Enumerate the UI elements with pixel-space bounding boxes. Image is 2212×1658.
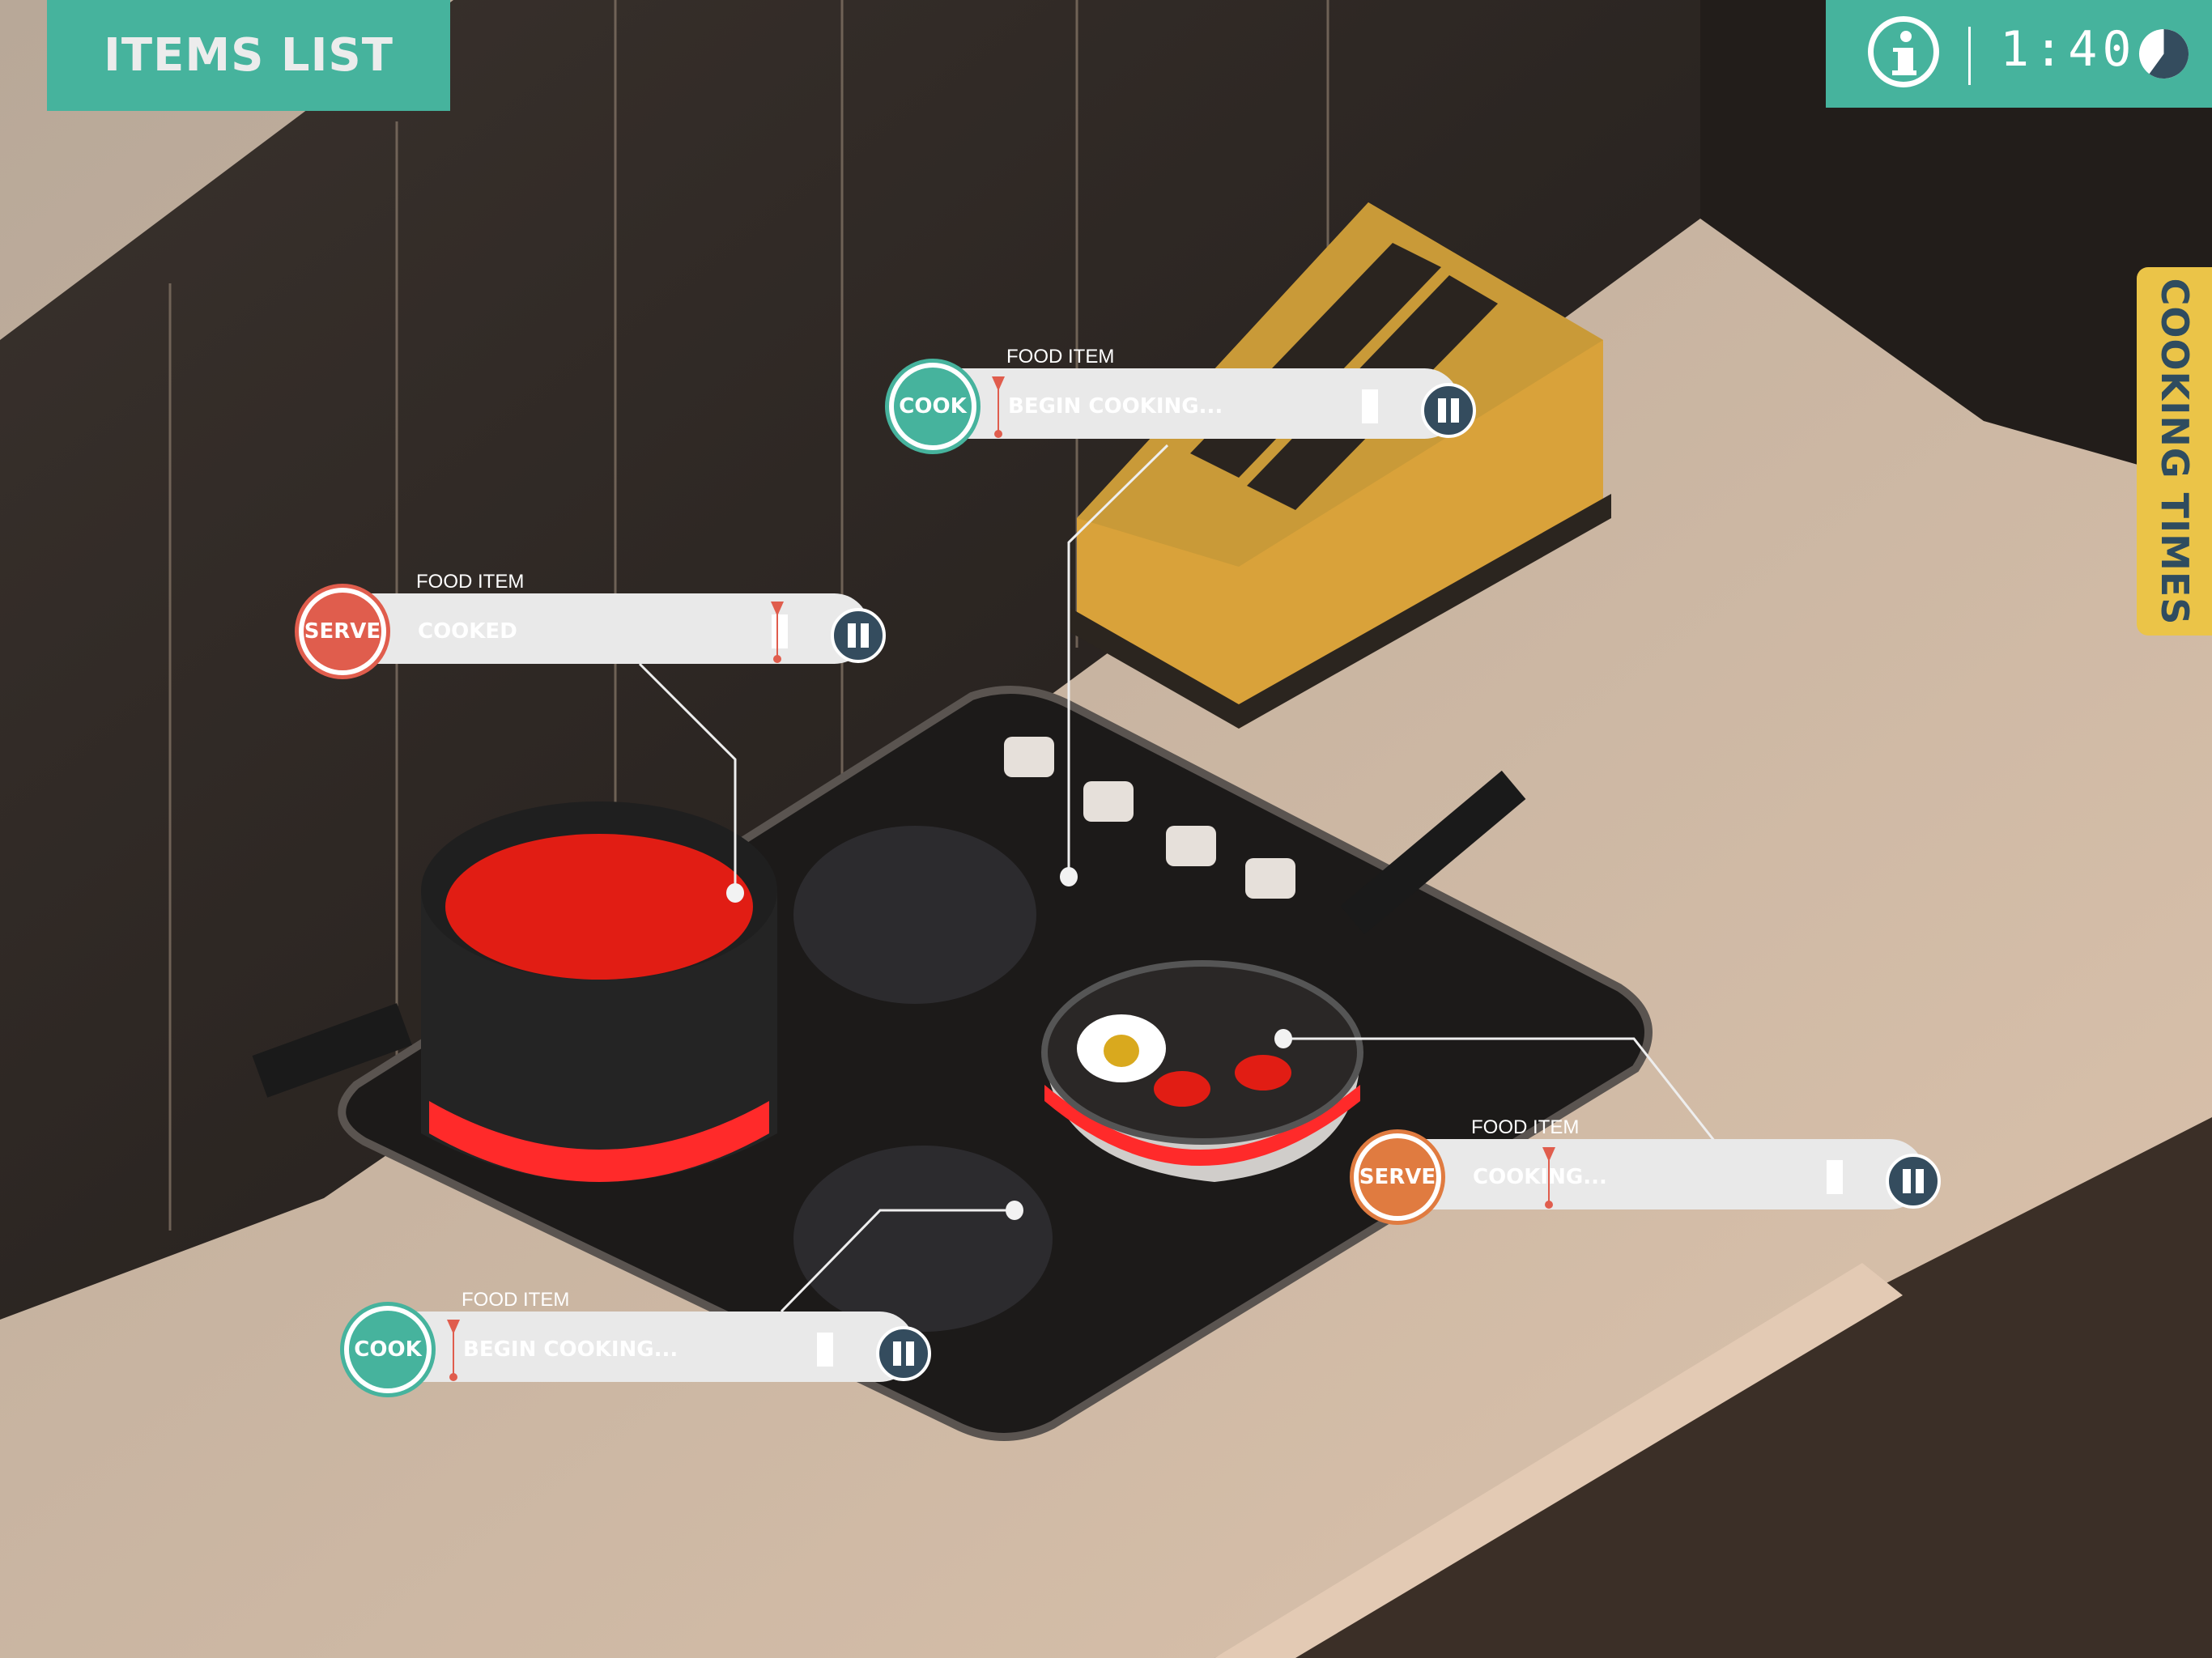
pause-icon (893, 1341, 901, 1366)
pause-button[interactable] (1886, 1154, 1941, 1209)
timer-pie-icon (2138, 28, 2189, 79)
progress-marker[interactable] (771, 602, 784, 665)
pause-icon (1438, 398, 1446, 423)
food-widget-pot: FOOD ITEM SERVE COOKED (295, 569, 910, 679)
pause-icon (848, 623, 856, 648)
hud-divider (1968, 27, 1971, 85)
info-icon[interactable] (1868, 16, 1939, 87)
action-label: SERVE (304, 593, 381, 670)
progress-end-notch (817, 1333, 833, 1367)
food-item-tag: FOOD ITEM (1006, 346, 1115, 368)
action-label: COOK (349, 1311, 427, 1388)
food-item-tag: FOOD ITEM (462, 1289, 570, 1311)
action-button[interactable]: COOK (340, 1302, 436, 1397)
food-item-tag: FOOD ITEM (1471, 1116, 1580, 1138)
food-widget-toaster: FOOD ITEM COOK BEGIN COOKING... (885, 344, 1500, 454)
status-label: COOKING... (1473, 1165, 1607, 1189)
pause-button[interactable] (1421, 383, 1476, 438)
status-label: BEGIN COOKING... (1008, 394, 1223, 419)
food-item-tag: FOOD ITEM (416, 571, 525, 593)
progress-marker[interactable] (992, 376, 1005, 440)
pause-button[interactable] (831, 608, 886, 663)
pause-icon (1903, 1169, 1911, 1193)
progress-marker[interactable] (1542, 1147, 1555, 1210)
burner-back (793, 826, 1036, 1004)
food-widget-front-burner: FOOD ITEM COOK BEGIN COOKING... (340, 1287, 955, 1397)
progress-end-notch (1827, 1160, 1843, 1194)
status-label: COOKED (418, 619, 517, 644)
top-right-hud: 1:40 (1826, 0, 2212, 108)
items-list-button[interactable]: ITEMS LIST (47, 0, 450, 111)
progress-bar: COOKING... (1463, 1160, 1864, 1194)
action-button[interactable]: COOK (885, 359, 981, 454)
action-label: SERVE (1359, 1138, 1436, 1216)
action-button[interactable]: SERVE (1350, 1129, 1445, 1225)
kitchen-scene (0, 0, 2212, 1658)
cooking-times-label: COOKING TIMES (2152, 278, 2197, 625)
items-list-label: ITEMS LIST (104, 29, 393, 82)
progress-bar: BEGIN COOKING... (998, 389, 1399, 423)
progress-bar: BEGIN COOKING... (453, 1333, 854, 1367)
action-label: COOK (894, 368, 972, 445)
cooking-times-tab[interactable]: COOKING TIMES (2137, 267, 2212, 636)
status-label: BEGIN COOKING... (463, 1337, 678, 1362)
food-widget-pan: FOOD ITEM SERVE COOKING... (1350, 1115, 1965, 1225)
action-button[interactable]: SERVE (295, 584, 390, 679)
timer-readout: 1:40 (2000, 21, 2137, 78)
progress-end-notch (1362, 389, 1378, 423)
progress-bar: COOKED (408, 614, 809, 648)
progress-marker[interactable] (447, 1320, 460, 1383)
pause-button[interactable] (876, 1326, 931, 1381)
